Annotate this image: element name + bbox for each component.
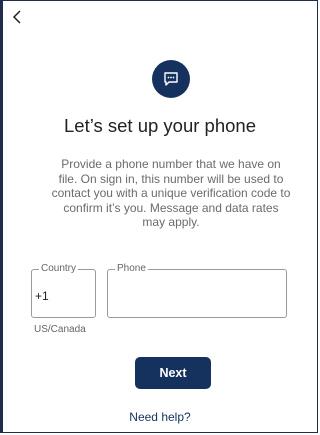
page-title: Let’s set up your phone	[64, 115, 256, 136]
phone-field[interactable]: Phone	[107, 263, 287, 318]
country-select[interactable]: Country +1	[31, 263, 96, 318]
description-text: Provide a phone number that we have on f…	[51, 157, 291, 230]
back-button[interactable]	[10, 9, 26, 25]
chevron-left-icon	[12, 10, 21, 24]
need-help-link[interactable]: Need help?	[1, 410, 319, 424]
country-label: Country	[39, 263, 79, 275]
chat-message-icon	[164, 72, 178, 86]
country-caption: US/Canada	[34, 324, 86, 335]
phone-label: Phone	[115, 263, 148, 275]
country-code-value: +1	[35, 289, 49, 303]
next-button[interactable]: Next	[135, 357, 211, 389]
phone-setup-screen: Let’s set up your phone Provide a phone …	[0, 0, 318, 433]
phone-input[interactable]	[116, 284, 276, 304]
chat-badge	[152, 60, 190, 98]
